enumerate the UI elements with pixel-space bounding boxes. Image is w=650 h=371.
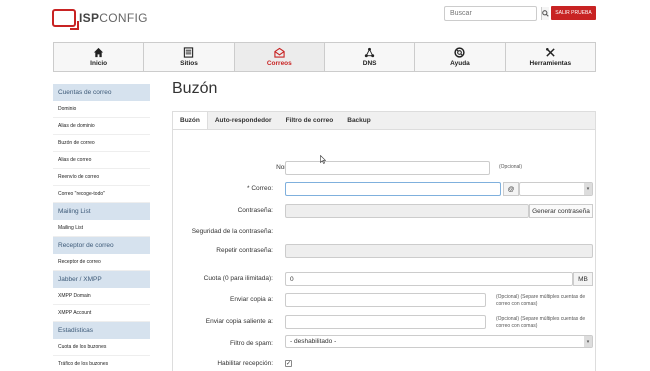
sidebar-item-dominio[interactable]: Dominio (53, 101, 150, 118)
form-tabs: Buzón Auto-respondedor Filtro de correo … (172, 111, 596, 130)
search-icon (542, 10, 549, 17)
spam-filter-select[interactable]: - deshabilitado - ▾ (285, 335, 593, 348)
sidebar: Cuentas de correo Dominio Alias de domin… (53, 84, 150, 371)
mouse-cursor-icon (320, 155, 326, 164)
nav-inicio[interactable]: Inicio (54, 43, 145, 71)
quota-label: Cuota (0 para ilimitada): (203, 275, 273, 282)
nav-label: DNS (362, 60, 377, 67)
sidebar-item-receptor[interactable]: Receptor de correo (53, 254, 150, 271)
form-panel: Nombre: (Opcional) * Correo: @ ▾ Contras… (172, 130, 596, 371)
tab-buzon[interactable]: Buzón (173, 112, 208, 129)
password-label: Contraseña: (237, 207, 273, 214)
sidebar-section-cuentas: Cuentas de correo (53, 84, 150, 101)
ispconfig-logo[interactable]: ISPCONFIG (52, 8, 148, 30)
nav-label: Sitios (180, 60, 198, 67)
tab-filtro[interactable]: Filtro de correo (279, 112, 341, 129)
search-button[interactable] (541, 7, 549, 20)
receive-label: Habilitar recepción: (217, 360, 273, 367)
logout-button[interactable]: SALIR PRUEBA (551, 6, 596, 20)
email-local-input[interactable] (285, 182, 501, 196)
spam-filter-value: - deshabilitado - (290, 338, 337, 345)
generate-password-button[interactable]: Generar contraseña (529, 204, 593, 218)
bcc-input[interactable] (285, 315, 486, 329)
main-nav: Inicio Sitios Correos DNS Ayuda Herramie… (53, 42, 596, 72)
nav-label: Correos (266, 60, 292, 67)
nav-label: Ayuda (450, 60, 470, 67)
cc-label: Enviar copia a: (230, 296, 273, 303)
sidebar-item-recoge-todo[interactable]: Correo "recoge-todo" (53, 186, 150, 203)
repeat-password-input[interactable] (285, 244, 593, 258)
nav-correos[interactable]: Correos (234, 43, 325, 71)
cc-input[interactable] (285, 293, 486, 307)
email-domain-select[interactable]: ▾ (519, 182, 593, 196)
search-input[interactable] (445, 7, 541, 20)
email-label: * Correo: (246, 185, 273, 192)
name-input[interactable] (285, 161, 490, 175)
logo-text: ISPCONFIG (79, 11, 148, 25)
chevron-down-icon: ▾ (584, 183, 592, 195)
bcc-hint: (Opcional) (Separe múltiples cuentas de … (496, 316, 586, 329)
logo-mark-icon (52, 9, 79, 30)
sidebar-item-mailing-list[interactable]: Mailing List (53, 220, 150, 237)
nav-ayuda[interactable]: Ayuda (415, 43, 506, 71)
cc-hint: (Opcional) (Separe múltiples cuentas de … (496, 294, 586, 307)
nav-dns[interactable]: DNS (325, 43, 416, 71)
sidebar-item-alias-correo[interactable]: Alias de correo (53, 152, 150, 169)
sidebar-section-mailing: Mailing List (53, 203, 150, 220)
name-label: Nombre: (173, 164, 301, 171)
nav-herramientas[interactable]: Herramientas (506, 43, 595, 71)
top-bar: ISPCONFIG SALIR PRUEBA (0, 0, 650, 38)
tab-auto-respondedor[interactable]: Auto-respondedor (208, 112, 279, 129)
sites-icon (184, 47, 194, 58)
nav-label: Herramientas (529, 60, 572, 67)
nav-label: Inicio (90, 60, 108, 67)
at-sign: @ (503, 182, 519, 196)
sidebar-item-cuota[interactable]: Cuota de los buzones (53, 339, 150, 356)
quota-unit: MB (573, 272, 593, 286)
receive-checkbox[interactable]: ✓ (285, 360, 292, 367)
tab-backup[interactable]: Backup (340, 112, 377, 129)
bcc-label: Enviar copia saliente a: (205, 318, 273, 325)
repeat-password-label: Repetir contraseña: (216, 247, 273, 254)
sidebar-item-buzon[interactable]: Buzón de correo (53, 135, 150, 152)
tools-icon (545, 48, 555, 57)
password-strength-label: Seguridad de la contraseña: (191, 228, 273, 235)
search-box (444, 6, 549, 21)
sidebar-section-xmpp: Jabber / XMPP (53, 271, 150, 288)
quota-input[interactable] (285, 272, 573, 286)
mail-icon (274, 47, 285, 58)
help-icon (454, 47, 466, 58)
sidebar-item-xmpp-domain[interactable]: XMPP Domain (53, 288, 150, 305)
sidebar-item-xmpp-account[interactable]: XMPP Account (53, 305, 150, 322)
sidebar-section-estadisticas: Estadísticas (53, 322, 150, 339)
page-title: Buzón (172, 80, 218, 97)
spam-filter-label: Filtro de spam: (230, 340, 273, 347)
password-input[interactable] (285, 204, 529, 218)
chevron-down-icon: ▾ (584, 336, 592, 347)
home-icon (94, 47, 104, 58)
sidebar-item-trafico[interactable]: Tráfico de los buzones (53, 356, 150, 371)
sidebar-item-reenvio[interactable]: Reenvío de correo (53, 169, 150, 186)
dns-icon (364, 47, 375, 58)
name-hint: (Opcional) (499, 164, 523, 170)
sidebar-section-receptor: Receptor de correo (53, 237, 150, 254)
sidebar-item-alias-dominio[interactable]: Alias de dominio (53, 118, 150, 135)
nav-sitios[interactable]: Sitios (144, 43, 235, 71)
